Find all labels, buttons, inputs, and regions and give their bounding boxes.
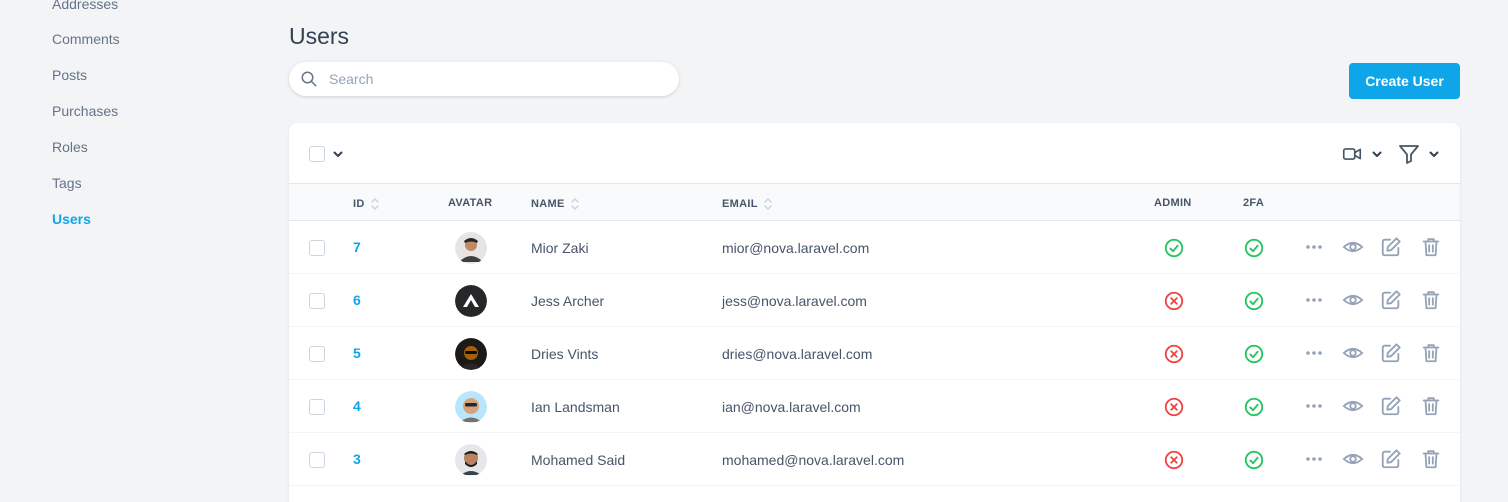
search-icon	[301, 71, 317, 87]
table-row[interactable]: 6 Jess Archer jess@nova.laravel.com	[289, 274, 1460, 327]
more-icon[interactable]	[1304, 342, 1324, 369]
view-icon[interactable]	[1341, 236, 1365, 263]
user-name: Dries Vints	[531, 346, 599, 362]
table-toolbar	[289, 123, 1460, 184]
create-user-button[interactable]: Create User	[1349, 63, 1460, 99]
user-email: mior@nova.laravel.com	[722, 240, 870, 256]
delete-icon[interactable]	[1420, 289, 1442, 316]
edit-icon[interactable]	[1380, 395, 1402, 422]
check-circle-icon	[1243, 290, 1265, 317]
edit-icon[interactable]	[1380, 236, 1402, 263]
select-all-checkbox[interactable]	[309, 146, 325, 162]
table-header: ID AVATAR NAME EMAIL ADMIN 2FA	[289, 184, 1460, 221]
sidebar: Addresses Comments Posts Purchases Roles…	[0, 0, 260, 502]
row-checkbox[interactable]	[309, 293, 325, 309]
user-name: Ian Landsman	[531, 399, 620, 415]
user-email: mohamed@nova.laravel.com	[722, 452, 905, 468]
delete-icon[interactable]	[1420, 448, 1442, 475]
users-table-card: ID AVATAR NAME EMAIL ADMIN 2FA 7 Mior Zak…	[289, 123, 1460, 502]
more-icon[interactable]	[1304, 395, 1324, 422]
more-icon[interactable]	[1304, 289, 1324, 316]
avatar	[455, 285, 487, 317]
video-camera-icon[interactable]	[1341, 143, 1363, 165]
x-circle-icon	[1163, 396, 1185, 423]
x-circle-icon	[1163, 290, 1185, 317]
check-circle-icon	[1243, 396, 1265, 423]
avatar	[455, 391, 487, 423]
row-checkbox[interactable]	[309, 240, 325, 256]
x-circle-icon	[1163, 343, 1185, 370]
sidebar-item-roles[interactable]: Roles	[52, 139, 88, 155]
filter-icon[interactable]	[1397, 142, 1421, 166]
table-row[interactable]: 7 Mior Zaki mior@nova.laravel.com	[289, 221, 1460, 274]
row-checkbox[interactable]	[309, 399, 325, 415]
user-email: jess@nova.laravel.com	[722, 293, 867, 309]
view-icon[interactable]	[1341, 448, 1365, 475]
check-circle-icon	[1243, 237, 1265, 264]
avatar	[455, 232, 487, 264]
sort-icon[interactable]	[370, 197, 380, 211]
search-box[interactable]	[289, 62, 679, 96]
more-icon[interactable]	[1304, 236, 1324, 263]
view-icon[interactable]	[1341, 395, 1365, 422]
user-name: Mior Zaki	[531, 240, 589, 256]
sidebar-item-tags[interactable]: Tags	[52, 175, 82, 191]
check-circle-icon	[1243, 449, 1265, 476]
user-email: dries@nova.laravel.com	[722, 346, 873, 362]
sort-icon[interactable]	[570, 197, 580, 211]
check-circle-icon	[1243, 343, 1265, 370]
column-header-id[interactable]: ID	[353, 197, 380, 211]
more-icon[interactable]	[1304, 448, 1324, 475]
column-header-email[interactable]: EMAIL	[722, 197, 773, 211]
sort-icon[interactable]	[763, 197, 773, 211]
column-header-name[interactable]: NAME	[531, 197, 580, 211]
table-row[interactable]: 3 Mohamed Said mohamed@nova.laravel.com	[289, 433, 1460, 486]
row-checkbox[interactable]	[309, 346, 325, 362]
user-name: Jess Archer	[531, 293, 605, 309]
sidebar-item-addresses[interactable]: Addresses	[52, 0, 118, 12]
sidebar-item-comments[interactable]: Comments	[52, 31, 120, 47]
row-id-link[interactable]: 3	[353, 451, 361, 467]
view-icon[interactable]	[1341, 289, 1365, 316]
chevron-down-icon[interactable]	[332, 148, 344, 160]
avatar	[455, 338, 487, 370]
column-header-avatar: AVATAR	[448, 197, 493, 209]
row-id-link[interactable]: 6	[353, 292, 361, 308]
row-id-link[interactable]: 7	[353, 239, 361, 255]
user-email: ian@nova.laravel.com	[722, 399, 861, 415]
edit-icon[interactable]	[1380, 289, 1402, 316]
table-row[interactable]: 5 Dries Vints dries@nova.laravel.com	[289, 327, 1460, 380]
x-circle-icon	[1163, 449, 1185, 476]
row-id-link[interactable]: 5	[353, 345, 361, 361]
sidebar-item-users[interactable]: Users	[52, 211, 91, 227]
edit-icon[interactable]	[1380, 342, 1402, 369]
column-header-admin: ADMIN	[1154, 197, 1192, 209]
delete-icon[interactable]	[1420, 236, 1442, 263]
avatar	[455, 444, 487, 476]
column-header-2fa: 2FA	[1243, 197, 1265, 209]
table-row[interactable]: 4 Ian Landsman ian@nova.laravel.com	[289, 380, 1460, 433]
search-input[interactable]	[329, 62, 659, 96]
check-circle-icon	[1163, 237, 1185, 264]
sidebar-item-posts[interactable]: Posts	[52, 67, 87, 83]
page-title: Users	[289, 23, 350, 49]
chevron-down-icon[interactable]	[1371, 148, 1383, 160]
view-icon[interactable]	[1341, 342, 1365, 369]
row-id-link[interactable]: 4	[353, 398, 361, 414]
row-checkbox[interactable]	[309, 452, 325, 468]
delete-icon[interactable]	[1420, 342, 1442, 369]
chevron-down-icon[interactable]	[1428, 148, 1440, 160]
sidebar-item-purchases[interactable]: Purchases	[52, 103, 118, 119]
edit-icon[interactable]	[1380, 448, 1402, 475]
delete-icon[interactable]	[1420, 395, 1442, 422]
user-name: Mohamed Said	[531, 452, 626, 468]
